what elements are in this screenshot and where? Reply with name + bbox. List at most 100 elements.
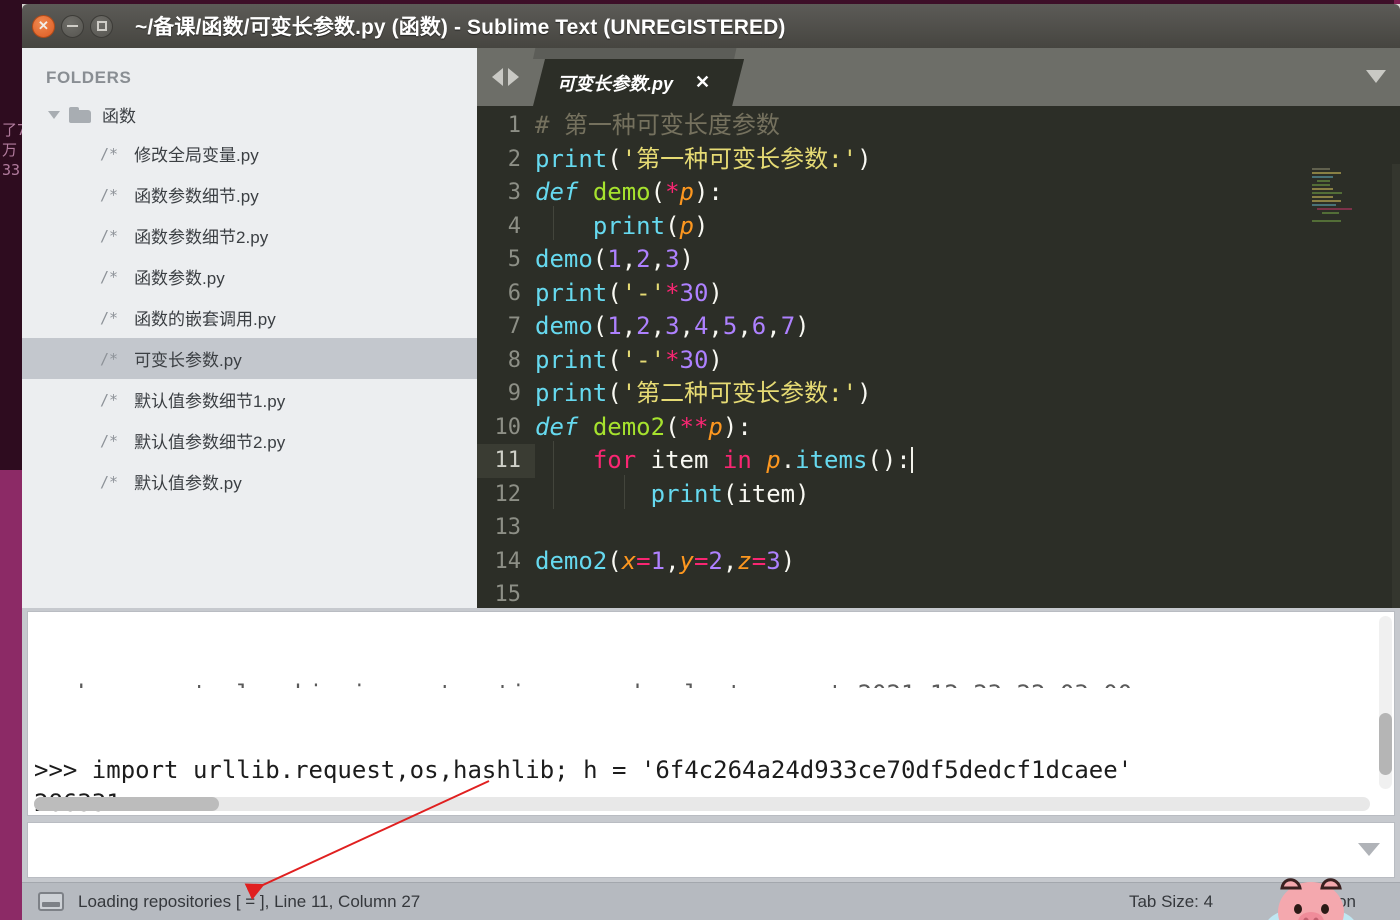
code-area: 1 2 3 4 5 6 7 8 9 10 11 12 13 14 15 # 第一种可变长度参数 print('…: [477, 106, 1400, 608]
line-number: 7: [507, 314, 521, 339]
tab-close-icon[interactable]: ✕: [695, 72, 710, 93]
close-glyph: ✕: [38, 18, 49, 33]
code-content[interactable]: # 第一种可变长度参数 print('第一种可变长参数:') def demo(*p…: [535, 106, 1400, 608]
file-item[interactable]: /* 默认值参数细节1.py: [22, 379, 477, 420]
file-item[interactable]: /* 可变长参数.py: [22, 338, 477, 379]
minimap-line: [1316, 208, 1352, 210]
file-icon: /*: [100, 226, 119, 245]
minimap-line: [1312, 200, 1341, 202]
tab-size-label[interactable]: Tab Size: 4: [1129, 892, 1213, 912]
file-item[interactable]: /* 默认值参数细节2.py: [22, 420, 477, 461]
code-line: print('第二种可变长参数:'): [535, 379, 872, 407]
file-icon: /*: [100, 431, 119, 450]
line-number: 1: [507, 113, 521, 138]
line-number: 6: [507, 280, 521, 306]
console-vertical-scrollbar[interactable]: [1379, 616, 1392, 789]
tab-overflow-menu-icon[interactable]: [1366, 70, 1386, 83]
console-clipped-line: package control: skipping automatic upgr…: [34, 678, 1388, 688]
line-number: 10: [494, 414, 522, 440]
minimap[interactable]: [1312, 168, 1392, 222]
line-number: 11: [477, 444, 535, 478]
console-text: package control: skipping automatic upgr…: [28, 612, 1394, 815]
console-input[interactable]: [27, 822, 1395, 878]
editor-pane: 修改全局变量.py✕可变长参数.py✕ 12345678910111213141…: [477, 48, 1400, 608]
minimap-line: [1312, 172, 1341, 174]
file-icon: /*: [100, 308, 119, 327]
line-number: 9: [507, 381, 521, 406]
file-icon: /*: [100, 267, 119, 286]
line-number: 5: [507, 247, 521, 272]
folder-label: 函数: [102, 107, 136, 126]
code-line: def demo(*p):: [535, 178, 723, 206]
file-label: 默认值参数细节2.py: [134, 433, 286, 452]
minimize-window-icon[interactable]: [61, 14, 84, 38]
tab[interactable]: 修改全局变量.py✕: [533, 48, 744, 59]
minimap-line: [1312, 168, 1330, 170]
chevron-down-icon[interactable]: [1358, 843, 1380, 856]
console-line: >>> import urllib.request,os,hashlib; h …: [34, 756, 1133, 784]
code-line: print('-'*30): [535, 278, 723, 307]
folder-icon: [69, 106, 91, 123]
file-label: 函数参数.py: [134, 269, 225, 288]
file-item[interactable]: /* 默认值参数.py: [22, 461, 477, 502]
code-line: print('第一种可变长参数:'): [535, 144, 872, 173]
file-list: /* 修改全局变量.py /* 函数参数细节.py /* 函数参数细节2.py /* 函数参数…: [22, 133, 477, 502]
code-line: for item in p.items():: [592, 446, 913, 474]
chevron-down-icon[interactable]: [48, 110, 60, 119]
file-icon: /*: [100, 472, 119, 491]
line-number: 14: [494, 548, 522, 574]
maximize-window-icon[interactable]: [90, 14, 113, 38]
sublime-text-window: ✕ ~/备课/函数/可变长参数.py (函数) - Sublime Text (…: [22, 4, 1400, 920]
tab-list: 修改全局变量.py✕ 可变长参数.py ✕: [533, 48, 744, 106]
minimap-line: [1312, 192, 1343, 194]
file-label: 函数参数细节.py: [134, 187, 259, 206]
sidebar: FOLDERS 函数 /* 修改全局变量.py /* 函数参数细节.py /* 函数参数细…: [22, 48, 477, 608]
tab-active[interactable]: 可变长参数.py ✕: [533, 59, 744, 106]
file-item[interactable]: /* 函数参数细节.py: [22, 174, 477, 215]
line-number: 8: [507, 347, 521, 373]
minimap-line: [1312, 204, 1336, 206]
window-title: ~/备课/函数/可变长参数.py (函数) - Sublime Text (UN…: [135, 16, 786, 39]
minimap-line: [1316, 180, 1330, 182]
file-label: 函数的嵌套调用.py: [134, 310, 276, 329]
file-label: 可变长参数.py: [134, 351, 242, 370]
line-number-gutter: 1 2 3 4 5 6 7 8 9 10 11 12 13 14 15: [477, 106, 535, 608]
code-lines: # 第一种可变长度参数 print('第一种可变长参数:') def demo(*p…: [535, 109, 1400, 608]
nav-next-icon[interactable]: [507, 68, 519, 86]
nav-previous-icon[interactable]: [491, 68, 503, 86]
folder-row-函数[interactable]: 函数: [22, 96, 477, 133]
code-line: # 第一种可变长度参数: [535, 111, 780, 139]
window-body: FOLDERS 函数 /* 修改全局变量.py /* 函数参数细节.py /* 函数参数细…: [22, 48, 1400, 608]
file-item[interactable]: /* 修改全局变量.py: [22, 133, 477, 174]
file-item[interactable]: /* 函数的嵌套调用.py: [22, 297, 477, 338]
minimap-line: [1312, 176, 1333, 178]
console-output[interactable]: package control: skipping automatic upgr…: [27, 611, 1395, 816]
syntax-label[interactable]: Python: [1303, 892, 1356, 912]
editor-scrollbar[interactable]: [1392, 164, 1400, 608]
minimap-line: [1312, 184, 1330, 186]
file-icon: /*: [100, 349, 119, 368]
file-label: 默认值参数细节1.py: [134, 392, 286, 411]
file-label: 修改全局变量.py: [134, 146, 259, 165]
file-icon: /*: [100, 390, 119, 409]
code-line: demo(1,2,3): [535, 245, 694, 273]
title-bar: ✕ ~/备课/函数/可变长参数.py (函数) - Sublime Text (…: [22, 4, 1400, 48]
console-horizontal-scrollbar[interactable]: [34, 797, 1370, 811]
close-window-icon[interactable]: ✕: [32, 14, 55, 38]
code-line: print('-'*30): [535, 345, 723, 374]
tab-nav-arrows[interactable]: [477, 48, 533, 106]
console-toggle-icon[interactable]: [38, 892, 64, 911]
status-right: Tab Size: 4 Python: [1129, 892, 1384, 912]
file-item[interactable]: /* 函数参数细节2.py: [22, 215, 477, 256]
file-label: 默认值参数.py: [134, 474, 242, 493]
text-cursor: [910, 447, 913, 473]
file-icon: /*: [100, 144, 119, 163]
minimap-line: [1312, 188, 1333, 190]
line-number: 3: [507, 180, 521, 205]
line-number: 2: [507, 146, 521, 172]
console-panel: package control: skipping automatic upgr…: [22, 608, 1400, 882]
file-icon: /*: [100, 185, 119, 204]
file-item[interactable]: /* 函数参数.py: [22, 256, 477, 297]
